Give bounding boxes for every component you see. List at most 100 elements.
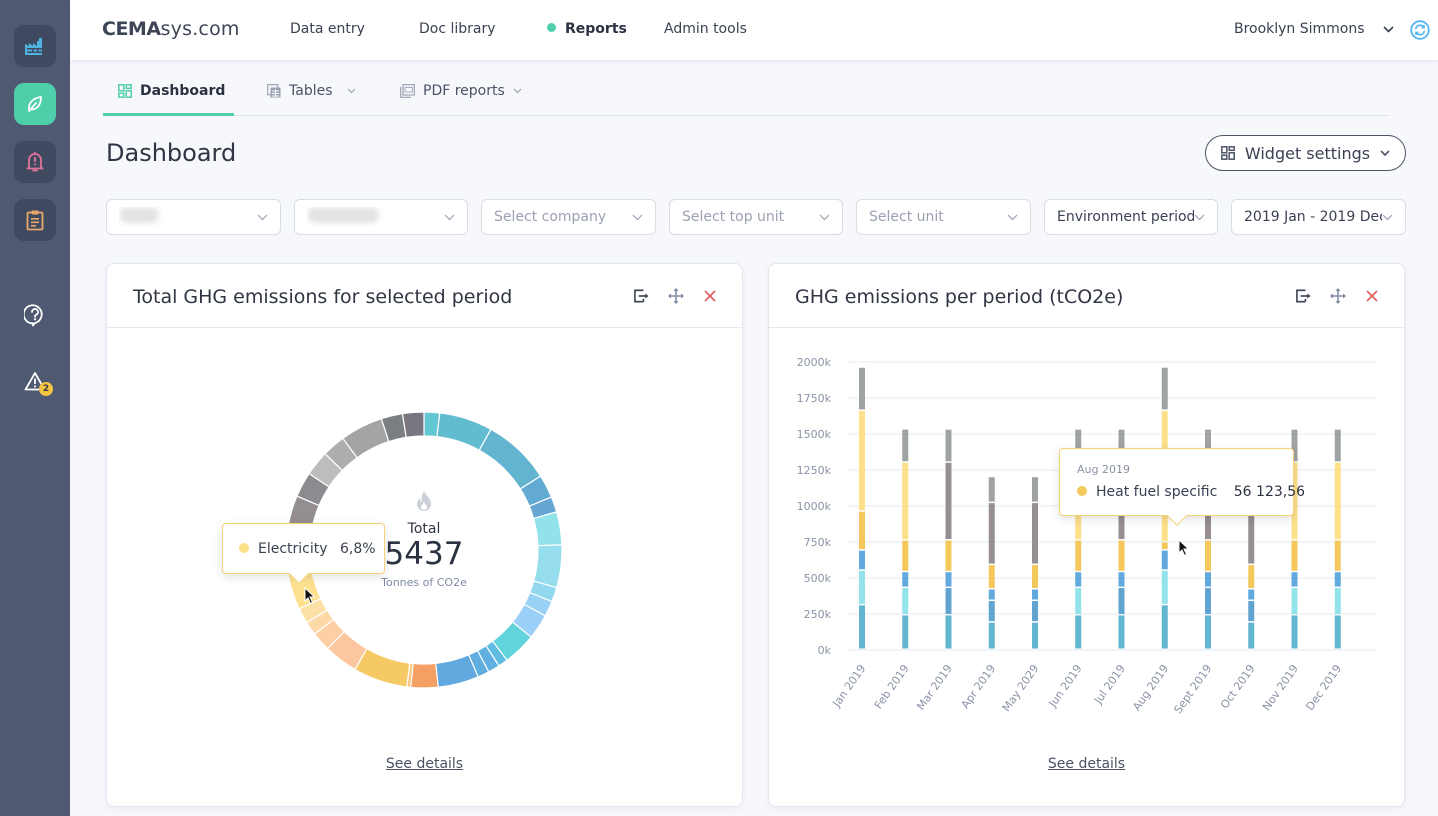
bar-segment[interactable] bbox=[945, 540, 952, 571]
bar-segment[interactable] bbox=[1248, 565, 1255, 589]
app-logo[interactable]: CEMAsys.com bbox=[102, 18, 240, 40]
top-unit-select[interactable]: Select top unit bbox=[669, 199, 843, 235]
nav-reports[interactable]: Reports bbox=[547, 21, 627, 37]
bar-segment[interactable] bbox=[1161, 367, 1168, 410]
bar-segment[interactable] bbox=[902, 572, 909, 587]
bar-segment[interactable] bbox=[1205, 588, 1211, 614]
bar-segment[interactable] bbox=[1334, 615, 1341, 649]
see-details-link[interactable]: See details bbox=[769, 756, 1404, 772]
bar-segment[interactable] bbox=[902, 429, 909, 462]
filter-select-2[interactable] bbox=[294, 199, 468, 235]
sidebar-item-alerts[interactable] bbox=[14, 141, 56, 183]
bar-segment[interactable] bbox=[1334, 572, 1341, 587]
tab-tables[interactable]: Tables bbox=[267, 83, 356, 99]
bar-segment[interactable] bbox=[988, 503, 995, 564]
bar-segment[interactable] bbox=[859, 570, 865, 604]
bar-segment[interactable] bbox=[945, 429, 952, 462]
bar-segment[interactable] bbox=[945, 462, 952, 540]
bar-segment[interactable] bbox=[1075, 572, 1082, 587]
nav-doc-library[interactable]: Doc library bbox=[419, 21, 496, 37]
bar-segment[interactable] bbox=[1118, 572, 1125, 587]
bar-segment[interactable] bbox=[1032, 477, 1038, 502]
bar-segment[interactable] bbox=[1118, 615, 1125, 649]
bar-segment[interactable] bbox=[1334, 429, 1341, 462]
bar-segment[interactable] bbox=[1205, 615, 1211, 649]
sync-button[interactable] bbox=[1410, 20, 1430, 44]
bar-segment[interactable] bbox=[1248, 589, 1255, 600]
bar-segment[interactable] bbox=[902, 615, 909, 649]
see-details-label[interactable]: See details bbox=[1048, 756, 1125, 772]
nav-data-entry[interactable]: Data entry bbox=[290, 21, 365, 37]
bar-segment[interactable] bbox=[902, 588, 909, 614]
bar-segment[interactable] bbox=[1032, 622, 1038, 649]
donut-slice[interactable] bbox=[410, 662, 439, 689]
donut-slice[interactable] bbox=[478, 428, 542, 490]
bar-segment[interactable] bbox=[1205, 540, 1211, 571]
bar-segment[interactable] bbox=[859, 550, 865, 570]
bar-segment[interactable] bbox=[1291, 540, 1298, 571]
move-handle[interactable] bbox=[668, 288, 684, 304]
bar-segment[interactable] bbox=[902, 540, 909, 571]
bar-segment[interactable] bbox=[1032, 503, 1038, 564]
remove-widget-button[interactable] bbox=[1364, 288, 1380, 304]
bar-segment[interactable] bbox=[945, 588, 952, 614]
warnings-button[interactable]: 2 bbox=[14, 360, 56, 402]
donut-slice[interactable] bbox=[532, 544, 563, 589]
bar-segment[interactable] bbox=[1334, 540, 1341, 571]
bar-segment[interactable] bbox=[988, 601, 995, 622]
bar-segment[interactable] bbox=[859, 367, 865, 410]
bar-segment[interactable] bbox=[902, 462, 909, 540]
user-menu[interactable]: Brooklyn Simmons bbox=[1234, 21, 1394, 37]
export-button[interactable] bbox=[634, 288, 650, 304]
bar-segment[interactable] bbox=[1161, 542, 1168, 550]
bar-segment[interactable] bbox=[1161, 570, 1168, 604]
bar-segment[interactable] bbox=[1161, 605, 1168, 649]
bar-segment[interactable] bbox=[859, 410, 865, 511]
bar-segment[interactable] bbox=[1248, 601, 1255, 622]
bar-segment[interactable] bbox=[988, 622, 995, 649]
date-range-select[interactable]: 2019 Jan - 2019 Dec bbox=[1231, 199, 1406, 235]
see-details-label[interactable]: See details bbox=[386, 756, 463, 772]
bar-segment[interactable] bbox=[1118, 540, 1125, 571]
bar-segment[interactable] bbox=[1032, 565, 1038, 589]
bar-segment[interactable] bbox=[988, 477, 995, 502]
bar-segment[interactable] bbox=[1075, 615, 1082, 649]
bar-segment[interactable] bbox=[988, 589, 995, 600]
bar-segment[interactable] bbox=[1075, 540, 1082, 571]
tab-pdf-reports[interactable]: PDF reports bbox=[400, 83, 522, 99]
bar-segment[interactable] bbox=[1205, 572, 1211, 587]
bar-segment[interactable] bbox=[1291, 588, 1298, 614]
nav-admin-tools[interactable]: Admin tools bbox=[664, 21, 747, 37]
bar-segment[interactable] bbox=[1075, 588, 1082, 614]
remove-widget-button[interactable] bbox=[702, 288, 718, 304]
bar-segment[interactable] bbox=[1291, 572, 1298, 587]
company-select[interactable]: Select company bbox=[481, 199, 656, 235]
bar-segment[interactable] bbox=[945, 615, 952, 649]
bar-segment[interactable] bbox=[1248, 622, 1255, 649]
tab-dashboard[interactable]: Dashboard bbox=[118, 83, 225, 99]
donut-slice[interactable] bbox=[532, 511, 563, 547]
unit-select[interactable]: Select unit bbox=[856, 199, 1031, 235]
bar-segment[interactable] bbox=[1334, 462, 1341, 540]
export-button[interactable] bbox=[1296, 288, 1312, 304]
bar-segment[interactable] bbox=[1032, 601, 1038, 622]
help-button[interactable] bbox=[14, 294, 56, 336]
donut-slice[interactable] bbox=[401, 411, 425, 439]
sidebar-item-tasks[interactable] bbox=[14, 199, 56, 241]
sidebar-item-facilities[interactable] bbox=[14, 25, 56, 67]
bar-segment[interactable] bbox=[1334, 588, 1341, 614]
widget-settings-button[interactable]: Widget settings bbox=[1205, 135, 1406, 171]
bar-segment[interactable] bbox=[859, 511, 865, 550]
period-type-select[interactable]: Environment period bbox=[1044, 199, 1218, 235]
bar-segment[interactable] bbox=[945, 572, 952, 587]
see-details-link[interactable]: See details bbox=[107, 756, 742, 772]
bar-segment[interactable] bbox=[1161, 550, 1168, 570]
filter-select-1[interactable] bbox=[106, 199, 281, 235]
move-handle[interactable] bbox=[1330, 288, 1346, 304]
bar-segment[interactable] bbox=[1118, 588, 1125, 614]
bar-segment[interactable] bbox=[1032, 589, 1038, 600]
bar-segment[interactable] bbox=[859, 605, 865, 649]
bar-segment[interactable] bbox=[1291, 615, 1298, 649]
sidebar-item-environment[interactable] bbox=[14, 83, 56, 125]
bar-segment[interactable] bbox=[988, 565, 995, 589]
